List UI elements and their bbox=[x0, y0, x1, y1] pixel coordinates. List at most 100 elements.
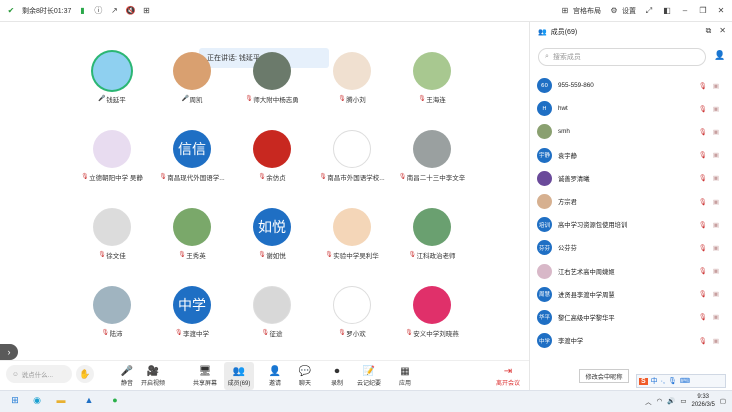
battery-icon[interactable]: ▭ bbox=[680, 397, 686, 405]
participant-tile[interactable]: 🎙 王秀英 bbox=[152, 208, 232, 264]
member-row[interactable]: 江右艺术高中周婕姬 🎙 ▣ bbox=[530, 260, 732, 283]
participant-tile[interactable]: 🎙 安义中学刘晓燕 bbox=[392, 286, 472, 342]
camera-off-icon[interactable]: ▣ bbox=[713, 151, 719, 159]
member-row[interactable]: 宇静 袁宇静 🎙 ▣ bbox=[530, 144, 732, 167]
invite-member-icon[interactable]: 👤 bbox=[714, 50, 725, 61]
member-row[interactable]: 60 955-559-860 🎙 ▣ bbox=[530, 74, 732, 97]
participant-tile[interactable]: 如悦 🎙 谢如悦 bbox=[232, 208, 312, 264]
ime-toolbar[interactable]: S 中 ·, 🎙 ⌨ bbox=[636, 374, 726, 388]
member-row[interactable]: 培训 高中学习资源包使用培训 🎙 ▣ bbox=[530, 213, 732, 236]
panel-close-icon[interactable]: ✕ bbox=[719, 26, 726, 36]
raise-hand-button[interactable]: ✋ bbox=[76, 365, 94, 383]
chat-button[interactable]: 💬 聊天 bbox=[290, 362, 320, 390]
camera-off-icon[interactable]: ▣ bbox=[713, 128, 719, 136]
ime-keyboard-icon[interactable]: ⌨ bbox=[680, 377, 690, 385]
camera-off-icon[interactable]: ▣ bbox=[713, 174, 719, 182]
participant-tile[interactable]: 中学 🎙 李渡中学 bbox=[152, 286, 232, 342]
member-row[interactable]: 华平 黎仁高级中学黎华平 🎙 ▣ bbox=[530, 306, 732, 329]
layout-button[interactable]: ⊞ 宫格布局 bbox=[560, 6, 601, 16]
camera-off-icon[interactable]: ▣ bbox=[713, 290, 719, 298]
mic-muted-icon[interactable]: 🎙 bbox=[699, 198, 707, 206]
participant-tile[interactable]: 信信 🎙 南昌现代外国语学... bbox=[152, 130, 232, 186]
member-row[interactable]: 方宗君 🎙 ▣ bbox=[530, 190, 732, 213]
settings-button[interactable]: ⚙ 设置 bbox=[609, 6, 636, 16]
record-button[interactable]: ⏺ 录制 bbox=[322, 362, 352, 390]
ime-punct-icon[interactable]: ·, bbox=[661, 378, 665, 385]
mic-muted-icon[interactable]: 🎙 bbox=[699, 151, 707, 159]
mic-muted-icon[interactable]: 🎙 bbox=[699, 244, 707, 252]
meeting-app-icon[interactable]: ▲ bbox=[82, 393, 96, 407]
participant-tile[interactable]: 🎙 征途 bbox=[232, 286, 312, 342]
camera-off-icon[interactable]: ▣ bbox=[713, 221, 719, 229]
notification-icon[interactable]: ▢ bbox=[720, 397, 726, 405]
maximize-icon[interactable]: ❐ bbox=[698, 6, 708, 16]
chat-input[interactable]: ☺ 说点什么... bbox=[6, 365, 72, 383]
tray-expand-icon[interactable]: ︿ bbox=[645, 396, 652, 406]
mic-muted-icon[interactable]: 🎙 bbox=[699, 313, 707, 321]
camera-off-icon[interactable]: ▣ bbox=[713, 337, 719, 345]
member-row[interactable]: smh 🎙 ▣ bbox=[530, 120, 732, 143]
expand-toggle[interactable]: › bbox=[0, 344, 18, 360]
edge-icon[interactable]: ◉ bbox=[30, 393, 44, 407]
wechat-icon[interactable]: ● bbox=[108, 393, 122, 407]
participant-tile[interactable]: 🎤 钱延平 bbox=[72, 52, 152, 108]
mic-muted-icon[interactable]: 🎙 bbox=[699, 128, 707, 136]
participant-tile[interactable]: 🎙 南昌市外国语学校... bbox=[312, 130, 392, 186]
member-row[interactable]: 芬芬 公芬芬 🎙 ▣ bbox=[530, 236, 732, 259]
leave-button[interactable]: ⇥ 离开会议 bbox=[490, 362, 526, 390]
member-row[interactable]: Hhwt 🎙 ▣ bbox=[530, 97, 732, 120]
volume-icon[interactable]: 🔊 bbox=[667, 397, 675, 405]
fullscreen-icon[interactable]: ⤢ bbox=[644, 6, 654, 16]
share-button[interactable]: 🖥 共享屏幕 bbox=[190, 362, 220, 390]
minutes-button[interactable]: 📝 云记纪要 bbox=[354, 362, 384, 390]
grid-icon[interactable]: ⊞ bbox=[141, 6, 151, 16]
participant-tile[interactable]: 🎙 江科政治老师 bbox=[392, 208, 472, 264]
network-icon[interactable]: ◠ bbox=[657, 397, 663, 405]
invite-button[interactable]: 👤 邀请 bbox=[260, 362, 290, 390]
participant-tile[interactable]: 🎤 周凯 bbox=[152, 52, 232, 108]
mic-muted-icon[interactable]: 🎙 bbox=[699, 105, 707, 113]
clock[interactable]: 9:33 2026/3/5 bbox=[691, 393, 714, 409]
participant-tile[interactable]: 🎙 立德朝阳中学 吴静 bbox=[72, 130, 152, 186]
file-explorer-icon[interactable]: ▬ bbox=[54, 393, 68, 407]
windows-start-icon[interactable]: ⊞ bbox=[8, 393, 22, 407]
close-icon[interactable]: ✕ bbox=[716, 6, 726, 16]
emoji-icon[interactable]: ☺ bbox=[12, 371, 19, 378]
participant-tile[interactable]: 🎙 罗小欢 bbox=[312, 286, 392, 342]
speaker-off-icon[interactable]: 🔇 bbox=[125, 6, 135, 16]
share-out-icon[interactable]: ↗ bbox=[109, 6, 119, 16]
mic-muted-icon[interactable]: 🎙 bbox=[699, 337, 707, 345]
member-row[interactable]: 诚善罗清曦 🎙 ▣ bbox=[530, 167, 732, 190]
mic-muted-icon[interactable]: 🎙 bbox=[699, 174, 707, 182]
member-row[interactable]: 周慧 进贤县李渡中学周慧 🎙 ▣ bbox=[530, 283, 732, 306]
participant-tile[interactable]: 🎙 余仿贞 bbox=[232, 130, 312, 186]
minimize-icon[interactable]: – bbox=[680, 6, 690, 16]
camera-off-icon[interactable]: ▣ bbox=[713, 313, 719, 321]
video-button[interactable]: 🎥 开启视频 bbox=[138, 362, 168, 390]
info-icon[interactable]: ⓘ bbox=[93, 6, 103, 16]
apps-button[interactable]: ▦ 应用 bbox=[390, 362, 420, 390]
ime-mode[interactable]: 中 bbox=[651, 376, 658, 386]
camera-off-icon[interactable]: ▣ bbox=[713, 198, 719, 206]
members-button[interactable]: 👥 成员(69) bbox=[224, 362, 254, 390]
camera-off-icon[interactable]: ▣ bbox=[713, 267, 719, 275]
participant-tile[interactable]: 🎙 南昌二十三中李文辛 bbox=[392, 130, 472, 186]
participant-tile[interactable]: 🎙 徐文佳 bbox=[72, 208, 152, 264]
mic-muted-icon[interactable]: 🎙 bbox=[699, 290, 707, 298]
participant-tile[interactable]: 🎙 腾小刘 bbox=[312, 52, 392, 108]
popout-icon[interactable]: ⧉ bbox=[706, 26, 712, 36]
camera-off-icon[interactable]: ▣ bbox=[713, 82, 719, 90]
ime-mic-icon[interactable]: 🎙 bbox=[668, 377, 677, 385]
mic-muted-icon[interactable]: 🎙 bbox=[699, 267, 707, 275]
participant-tile[interactable]: 🎙 陆沛 bbox=[72, 286, 152, 342]
participant-tile[interactable]: 🎙 王海连 bbox=[392, 52, 472, 108]
camera-off-icon[interactable]: ▣ bbox=[713, 244, 719, 252]
camera-off-icon[interactable]: ▣ bbox=[713, 105, 719, 113]
mic-muted-icon[interactable]: 🎙 bbox=[699, 221, 707, 229]
sidebar-icon[interactable]: ◧ bbox=[662, 6, 672, 16]
member-search-input[interactable]: ⌕ 搜索成员 bbox=[538, 48, 706, 66]
participant-tile[interactable]: 🎙 实验中学吴利华 bbox=[312, 208, 392, 264]
mic-muted-icon[interactable]: 🎙 bbox=[699, 82, 707, 90]
member-row[interactable]: 中学 李渡中学 🎙 ▣ bbox=[530, 329, 732, 352]
participant-tile[interactable]: 🎙 师大附中杨志勇 bbox=[232, 52, 312, 108]
